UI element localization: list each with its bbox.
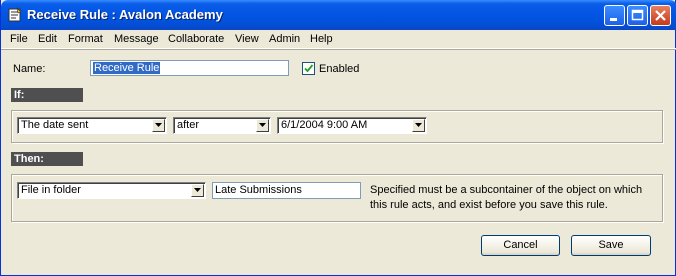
action-value: File in folder — [21, 184, 81, 196]
receive-rule-window: Receive Rule : Avalon Academy File Edit … — [0, 0, 676, 276]
checkmark-icon — [304, 64, 314, 73]
enabled-checkbox[interactable] — [302, 62, 315, 75]
mail-rule-icon — [7, 7, 23, 23]
menu-help[interactable]: Help — [310, 33, 333, 45]
menu-admin[interactable]: Admin — [269, 33, 300, 45]
condition-field-select[interactable]: The date sent — [17, 117, 167, 134]
title-bar[interactable]: Receive Rule : Avalon Academy — [1, 0, 676, 30]
condition-operator-select[interactable]: after — [173, 117, 271, 134]
menu-bar: File Edit Format Message Collaborate Vie… — [1, 30, 676, 49]
dropdown-arrow-icon — [412, 119, 425, 132]
dropdown-arrow-icon — [256, 119, 269, 132]
if-conditions-group: The date sent after 6/1/2004 9:00 AM — [11, 110, 663, 143]
folder-input-value: Late Submissions — [215, 184, 302, 196]
name-input[interactable]: Receive Rule — [90, 60, 289, 76]
enabled-label: Enabled — [319, 63, 360, 75]
dropdown-arrow-icon — [191, 184, 204, 197]
action-select[interactable]: File in folder — [17, 182, 206, 199]
window-title: Receive Rule : Avalon Academy — [27, 7, 223, 22]
maximize-icon — [631, 9, 644, 21]
menu-edit[interactable]: Edit — [38, 33, 57, 45]
name-label: Name: — [13, 63, 46, 75]
name-input-value: Receive Rule — [93, 62, 161, 74]
minimize-button[interactable] — [604, 5, 625, 26]
folder-input[interactable]: Late Submissions — [212, 182, 361, 199]
folder-requirement-note: Specified must be a subcontainer of the … — [370, 184, 643, 211]
close-button[interactable] — [650, 5, 671, 26]
minimize-icon — [610, 18, 617, 21]
condition-field-value: The date sent — [21, 119, 89, 131]
dropdown-arrow-icon — [152, 119, 165, 132]
condition-date-select[interactable]: 6/1/2004 9:00 AM — [277, 117, 427, 134]
menu-collaborate[interactable]: Collaborate — [168, 33, 224, 45]
condition-date-value: 6/1/2004 9:00 AM — [281, 119, 368, 131]
close-icon — [655, 10, 666, 21]
menu-format[interactable]: Format — [68, 33, 103, 45]
menu-view[interactable]: View — [235, 33, 259, 45]
menu-file[interactable]: File — [10, 33, 28, 45]
maximize-button[interactable] — [627, 5, 648, 26]
then-section-header: Then: — [11, 152, 83, 166]
cancel-button[interactable]: Cancel — [481, 235, 560, 256]
save-button[interactable]: Save — [571, 235, 651, 256]
condition-operator-value: after — [177, 119, 200, 131]
if-section-header: If: — [11, 88, 83, 102]
menu-message[interactable]: Message — [114, 33, 159, 45]
